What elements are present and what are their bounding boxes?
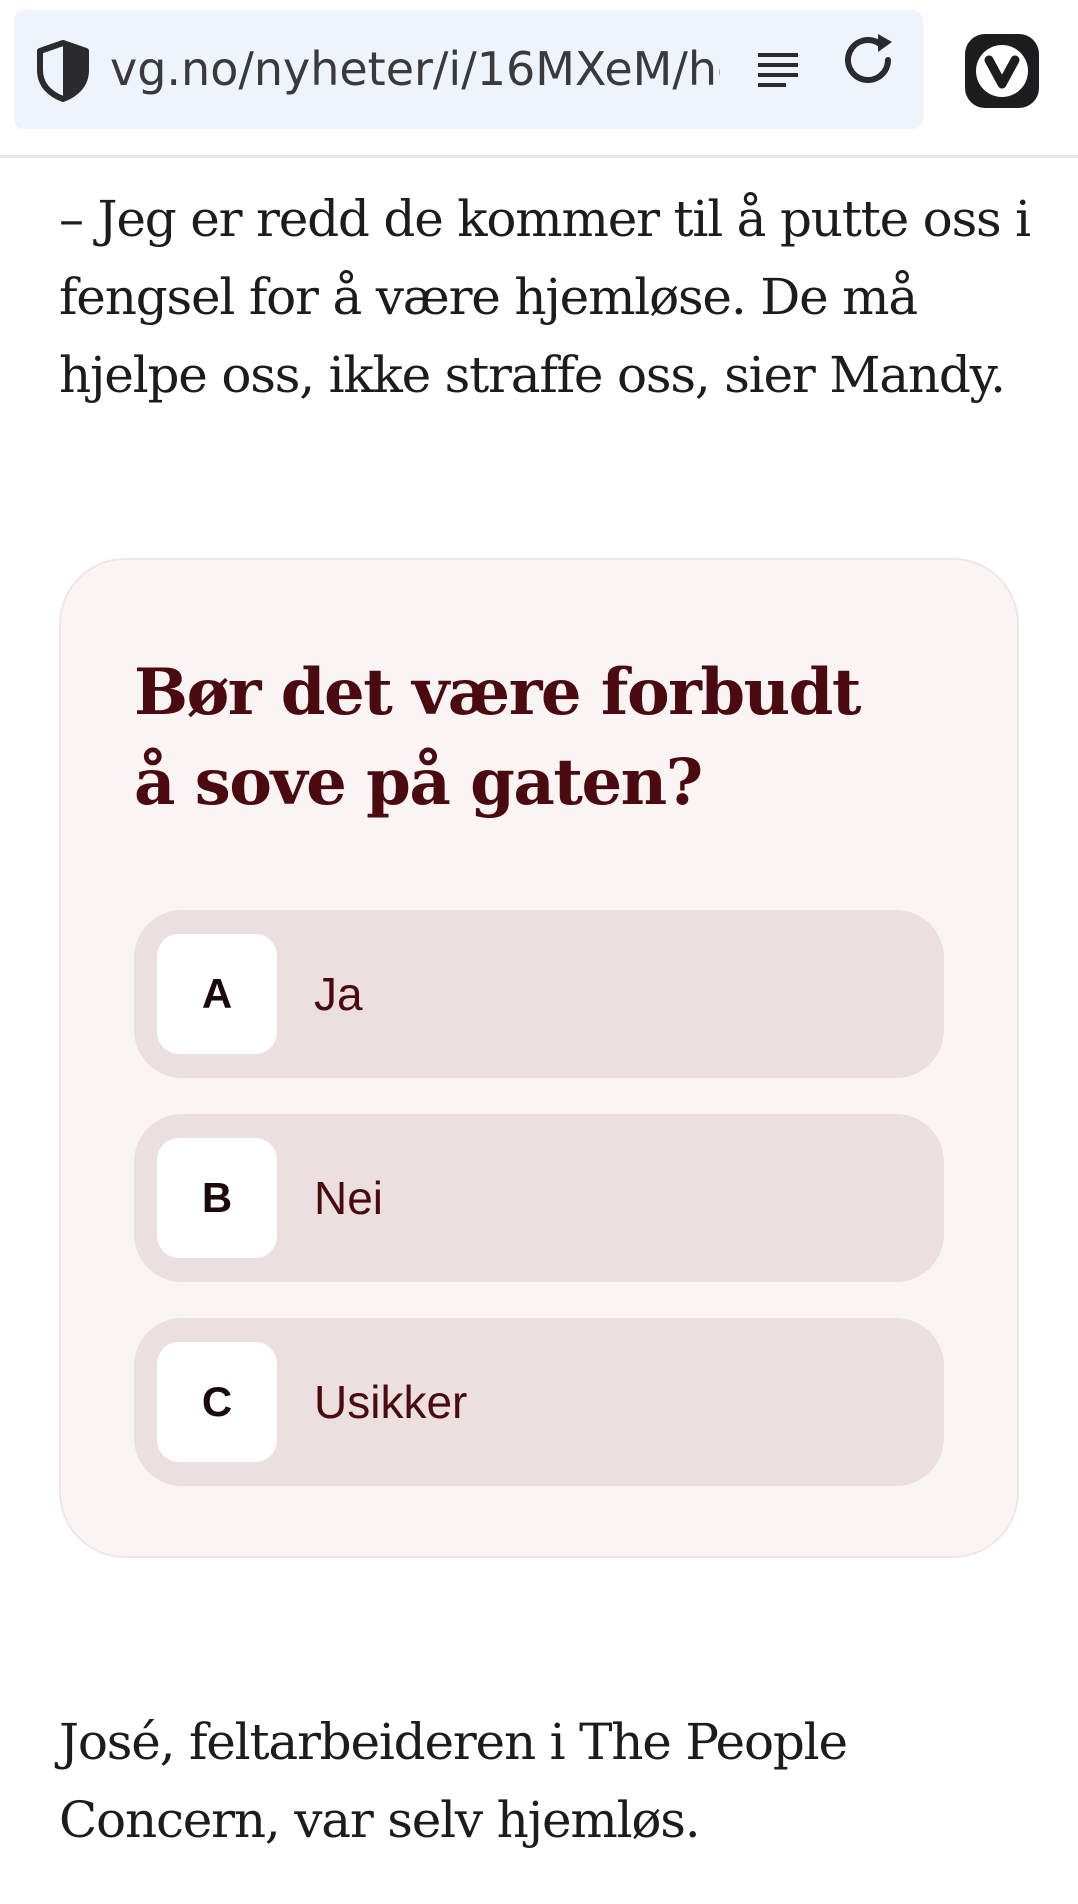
vivaldi-icon[interactable] xyxy=(965,34,1072,108)
poll-option-c[interactable]: C Usikker xyxy=(134,1318,944,1486)
option-letter: C xyxy=(157,1342,277,1462)
article-paragraph: – Jeg er redd de kommer til å putte oss … xyxy=(59,190,1031,404)
address-bar[interactable]: vg.no/nyheter/i/16MXeM/hc xyxy=(14,10,923,129)
option-label: Usikker xyxy=(314,1376,468,1428)
article-paragraph: José, feltarbeideren i The People Concer… xyxy=(59,1713,848,1849)
poll-card: Bør det være forbudt å sove på gaten? A … xyxy=(59,558,1019,1558)
url-text[interactable]: vg.no/nyheter/i/16MXeM/hc xyxy=(110,10,720,129)
poll-question: Bør det være forbudt å sove på gaten? xyxy=(134,655,861,820)
reader-mode-icon[interactable] xyxy=(756,45,806,95)
browser-toolbar: vg.no/nyheter/i/16MXeM/hc xyxy=(0,0,1078,158)
shield-icon[interactable] xyxy=(36,40,90,102)
option-letter: A xyxy=(157,934,277,1054)
poll-option-b[interactable]: B Nei xyxy=(134,1114,944,1282)
option-label: Ja xyxy=(314,968,363,1020)
option-label: Nei xyxy=(314,1172,384,1224)
option-letter: B xyxy=(157,1138,277,1258)
reload-icon[interactable] xyxy=(840,30,900,90)
poll-option-a[interactable]: A Ja xyxy=(134,910,944,1078)
